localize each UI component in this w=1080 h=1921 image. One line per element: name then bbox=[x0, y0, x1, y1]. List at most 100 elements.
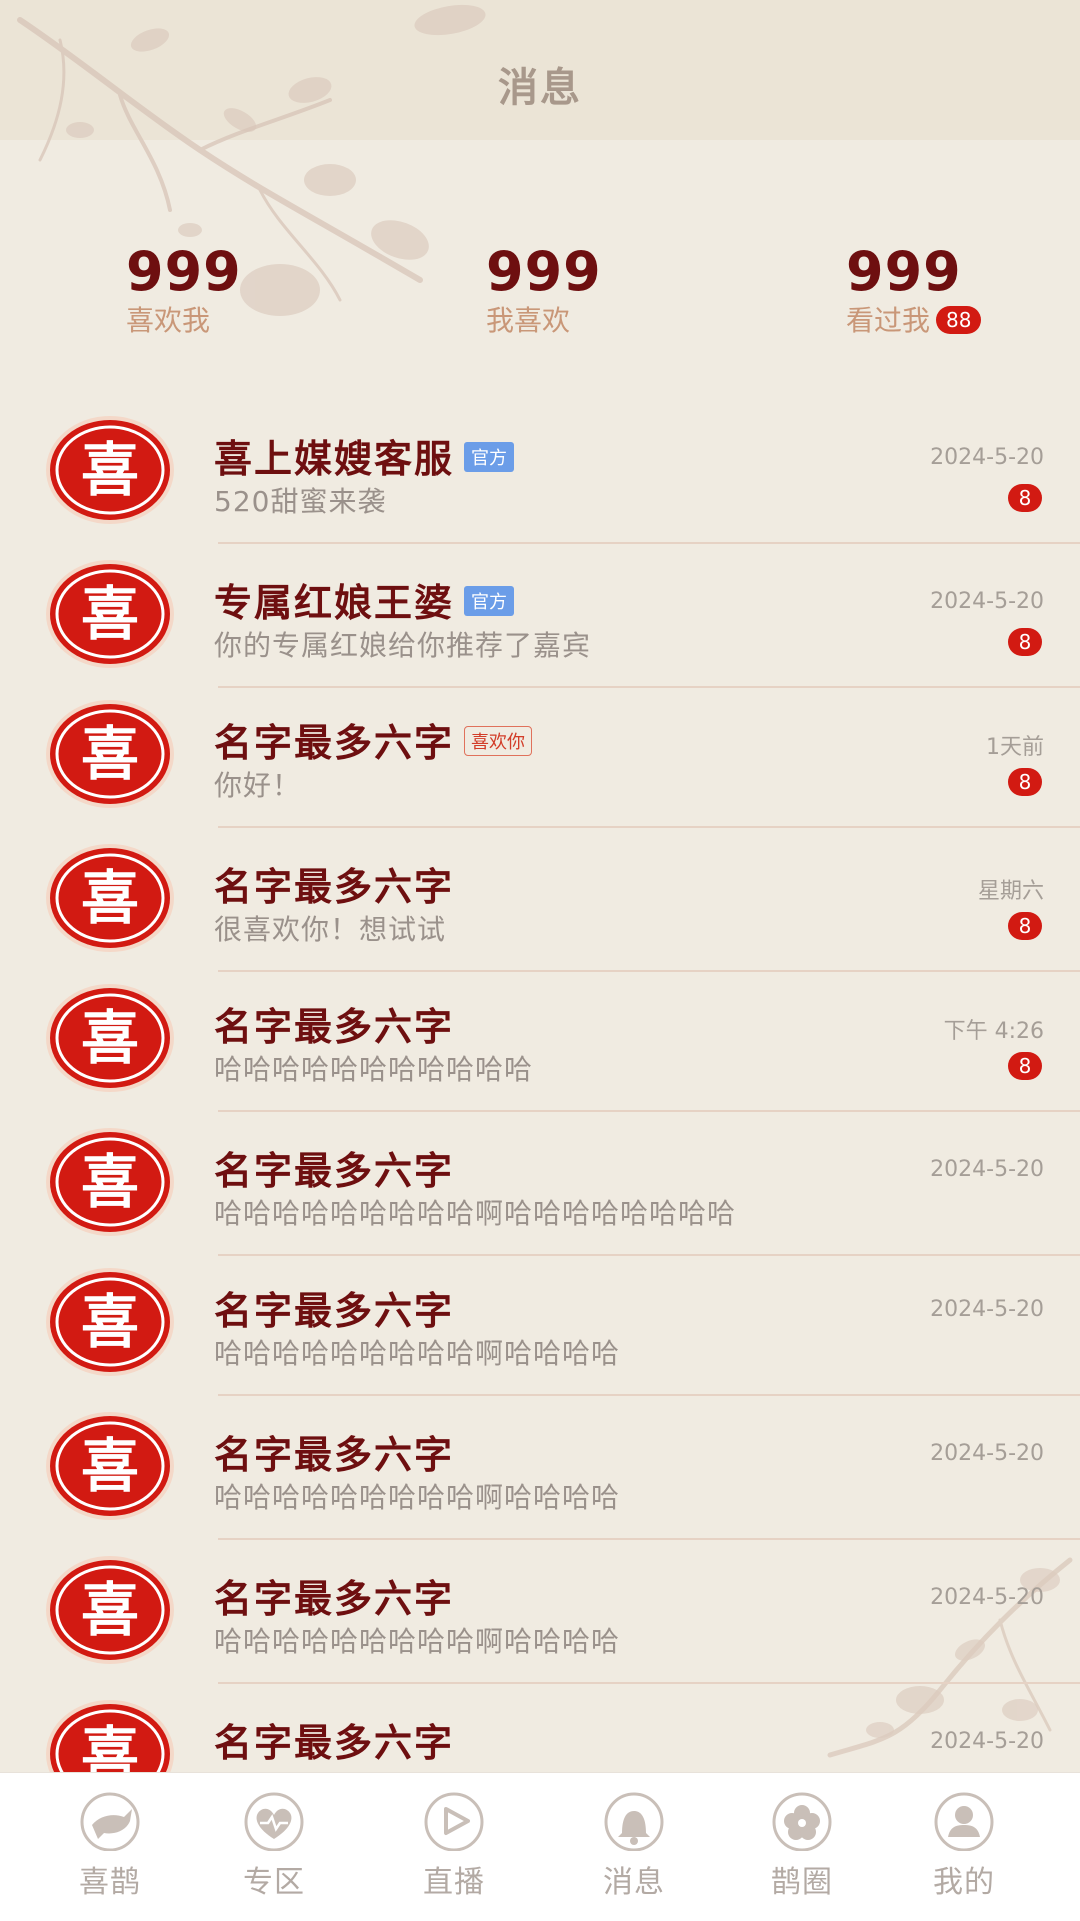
avatar-glyph: 喜 bbox=[81, 1576, 139, 1644]
contact-name-row: 名字最多六字 bbox=[214, 1712, 454, 1767]
message-time: 2024-5-20 bbox=[930, 1585, 1044, 1610]
contact-name-row: 名字最多六字 bbox=[214, 996, 454, 1051]
message-row[interactable]: 喜 名字最多六字 2024-5-20 bbox=[0, 1684, 1080, 1772]
contact-name: 名字最多六字 bbox=[214, 1577, 455, 1621]
contact-name-row: 名字最多六字 bbox=[214, 1140, 454, 1195]
avatar-glyph: 喜 bbox=[81, 436, 139, 504]
contact-name-row: 名字最多六字 bbox=[214, 1280, 454, 1335]
avatar-glyph: 喜 bbox=[81, 720, 139, 788]
message-row[interactable]: 喜 名字最多六字哈哈哈哈哈哈哈哈哈啊哈哈哈哈 2024-5-20 bbox=[0, 1540, 1080, 1684]
tab-label: 喜鹊 bbox=[79, 1865, 141, 1900]
avatar-glyph: 喜 bbox=[81, 1432, 139, 1500]
contact-name: 名字最多六字 bbox=[214, 1149, 455, 1193]
tab-label: 消息 bbox=[603, 1865, 665, 1900]
avatar-xi-icon: 喜 bbox=[46, 844, 174, 952]
flower-icon bbox=[772, 1792, 832, 1851]
stat-label: 喜欢我 bbox=[126, 304, 211, 337]
contact-name: 专属红娘王婆 bbox=[214, 581, 455, 625]
stat-badge: 88 bbox=[936, 306, 982, 334]
message-row[interactable]: 喜 名字最多六字 喜欢你 你好！ 1天前 8 bbox=[0, 684, 1080, 828]
tab-label: 鹊圈 bbox=[771, 1865, 833, 1900]
message-preview: 哈哈哈哈哈哈哈哈哈啊哈哈哈哈 bbox=[214, 1337, 621, 1370]
official-tag: 官方 bbox=[464, 586, 515, 616]
tab-label: 专区 bbox=[243, 1865, 305, 1900]
official-tag: 官方 bbox=[464, 442, 515, 472]
message-list: 喜喜上媒嫂客服 官方 520甜蜜来袭 2024-5-20 8 喜专属红娘王婆 官方 你的专属红… bbox=[0, 400, 1080, 1772]
contact-name-row: 名字最多六字 喜欢你 bbox=[214, 712, 533, 767]
stat-label: 我喜欢 bbox=[486, 304, 571, 337]
avatar-xi-icon: 喜 bbox=[46, 560, 174, 668]
contact-name-row: 专属红娘王婆 官方 bbox=[214, 572, 515, 627]
message-preview: 很喜欢你！想试试 bbox=[214, 913, 447, 946]
message-row[interactable]: 喜 名字最多六字哈哈哈哈哈哈哈哈哈哈哈 下午 4:26 8 bbox=[0, 968, 1080, 1112]
avatar-xi-icon: 喜 bbox=[46, 416, 174, 524]
message-preview: 哈哈哈哈哈哈哈哈哈啊哈哈哈哈 bbox=[214, 1625, 621, 1658]
stats-row: 999 喜欢我 999 我喜欢 999 看过我 88 bbox=[0, 240, 1080, 350]
tab-消息[interactable]: 消息 bbox=[574, 1791, 694, 1901]
tab-label: 我的 bbox=[933, 1865, 995, 1900]
contact-name-row: 名字最多六字 bbox=[214, 856, 454, 911]
contact-name-row: 喜上媒嫂客服 官方 bbox=[214, 428, 515, 483]
message-row[interactable]: 喜 名字最多六字哈哈哈哈哈哈哈哈哈啊哈哈哈哈哈哈哈哈 2024-5-20 bbox=[0, 1112, 1080, 1256]
message-row[interactable]: 喜 名字最多六字 很喜欢你！想试试 星期六 8 bbox=[0, 828, 1080, 972]
unread-badge: 8 bbox=[1008, 768, 1042, 796]
stat-viewed-me[interactable]: 999 看过我 88 bbox=[846, 240, 982, 340]
tab-专区[interactable]: 专区 bbox=[214, 1791, 334, 1901]
heart-pulse-icon bbox=[244, 1792, 304, 1851]
contact-name: 名字最多六字 bbox=[214, 865, 455, 909]
message-preview: 你的专属红娘给你推荐了嘉宾 bbox=[214, 629, 592, 662]
message-preview: 哈哈哈哈哈哈哈哈哈啊哈哈哈哈哈哈哈哈 bbox=[214, 1197, 737, 1230]
tab-label: 直播 bbox=[423, 1865, 485, 1900]
tab-喜鹊[interactable]: 喜鹊 bbox=[50, 1791, 170, 1901]
avatar-xi-icon: 喜 bbox=[46, 1412, 174, 1520]
stat-count: 999 bbox=[846, 240, 962, 303]
avatar-xi-icon: 喜 bbox=[46, 1128, 174, 1236]
tab-我的[interactable]: 我的 bbox=[904, 1791, 1024, 1901]
avatar-glyph: 喜 bbox=[81, 1004, 139, 1072]
play-icon bbox=[424, 1792, 484, 1851]
message-preview: 520甜蜜来袭 bbox=[214, 485, 387, 518]
message-row[interactable]: 喜 名字最多六字哈哈哈哈哈哈哈哈哈啊哈哈哈哈 2024-5-20 bbox=[0, 1252, 1080, 1396]
avatar-xi-icon: 喜 bbox=[46, 1268, 174, 1376]
message-row[interactable]: 喜喜上媒嫂客服 官方 520甜蜜来袭 2024-5-20 8 bbox=[0, 400, 1080, 544]
message-preview: 哈哈哈哈哈哈哈哈哈啊哈哈哈哈 bbox=[214, 1481, 621, 1514]
message-time: 2024-5-20 bbox=[930, 1297, 1044, 1322]
stat-i-liked[interactable]: 999 我喜欢 bbox=[486, 240, 602, 340]
message-time: 2024-5-20 bbox=[930, 1729, 1044, 1754]
message-preview: 哈哈哈哈哈哈哈哈哈哈哈 bbox=[214, 1053, 534, 1086]
message-row[interactable]: 喜 专属红娘王婆 官方 你的专属红娘给你推荐了嘉宾 2024-5-20 8 bbox=[0, 544, 1080, 688]
contact-name: 名字最多六字 bbox=[214, 1005, 455, 1049]
message-time: 2024-5-20 bbox=[930, 589, 1044, 614]
stat-count: 999 bbox=[486, 240, 602, 303]
avatar-xi-icon: 喜 bbox=[46, 1556, 174, 1664]
message-preview: 你好！ bbox=[214, 769, 302, 802]
message-time: 星期六 bbox=[977, 879, 1044, 904]
unread-badge: 8 bbox=[1008, 1052, 1042, 1080]
unread-badge: 8 bbox=[1008, 484, 1042, 512]
tab-鹊圈[interactable]: 鹊圈 bbox=[742, 1791, 862, 1901]
bell-icon bbox=[604, 1792, 664, 1851]
stat-liked-me[interactable]: 999 喜欢我 bbox=[126, 240, 242, 340]
contact-name: 喜上媒嫂客服 bbox=[214, 437, 455, 481]
avatar-glyph: 喜 bbox=[81, 580, 139, 648]
avatar-xi-icon: 喜 bbox=[46, 700, 174, 808]
user-icon bbox=[934, 1792, 994, 1851]
message-time: 下午 4:26 bbox=[943, 1019, 1044, 1044]
bottom-tab-bar: 喜鹊 专区 直播 消息 鹊圈 我的 bbox=[0, 1772, 1080, 1921]
stat-label-row: 看过我 88 bbox=[846, 302, 982, 340]
message-time: 1天前 bbox=[986, 735, 1044, 760]
message-time: 2024-5-20 bbox=[930, 1157, 1044, 1182]
tab-直播[interactable]: 直播 bbox=[394, 1791, 514, 1901]
page-title: 消息 bbox=[498, 65, 582, 111]
message-row[interactable]: 喜 名字最多六字 哈哈哈哈哈哈哈哈哈啊哈哈哈哈 2024-5-20 bbox=[0, 1396, 1080, 1540]
avatar-xi-icon: 喜 bbox=[46, 984, 174, 1092]
stat-label: 看过我 bbox=[846, 304, 931, 337]
unread-badge: 8 bbox=[1008, 628, 1042, 656]
avatar-glyph: 喜 bbox=[81, 1720, 139, 1772]
contact-name: 名字最多六字 bbox=[214, 1289, 455, 1333]
contact-name: 名字最多六字 bbox=[214, 1433, 455, 1477]
avatar-glyph: 喜 bbox=[81, 1148, 139, 1216]
avatar-xi-icon: 喜 bbox=[46, 1700, 174, 1772]
contact-name-row: 名字最多六字 bbox=[214, 1424, 454, 1479]
message-time: 2024-5-20 bbox=[930, 445, 1044, 470]
